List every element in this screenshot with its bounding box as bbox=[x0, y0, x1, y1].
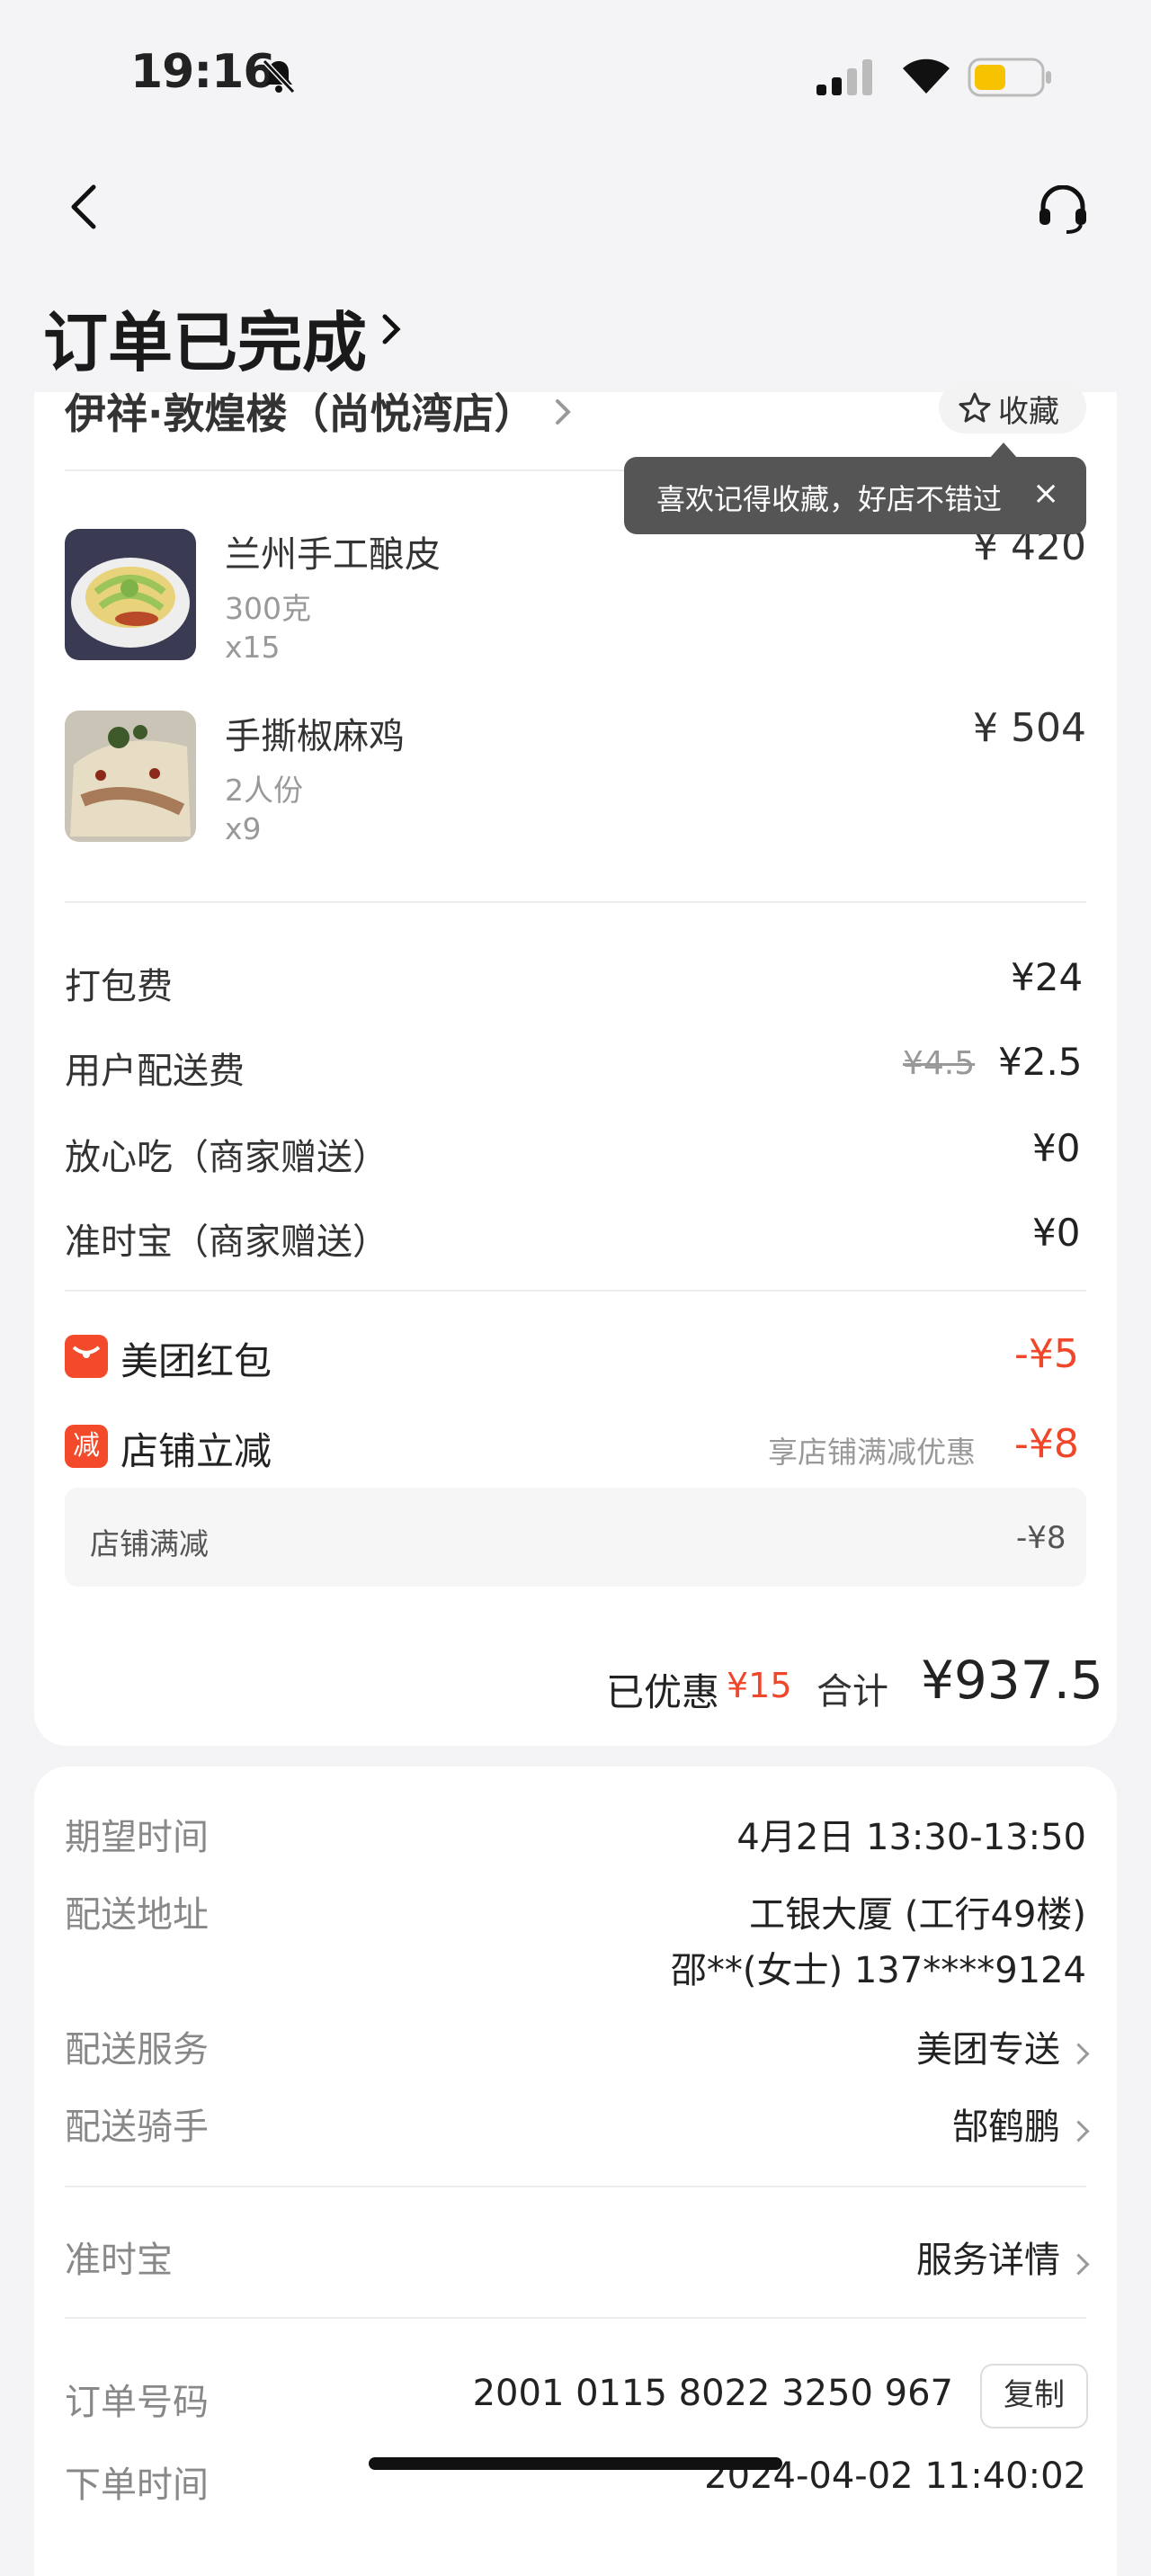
order-number-label: 订单号码 bbox=[65, 2382, 209, 2423]
promo-label-store-discount: 店铺立减 bbox=[120, 1429, 272, 1473]
fee-value-ontime: ¥0 bbox=[1032, 1211, 1081, 1255]
item-spec: 300克 bbox=[225, 591, 311, 626]
promo-detail-label: 店铺满减 bbox=[90, 1526, 209, 1561]
wifi-icon bbox=[899, 54, 953, 99]
promo-label-red-packet: 美团红包 bbox=[120, 1339, 272, 1383]
order-time-label: 下单时间 bbox=[65, 2464, 209, 2506]
fee-value-delivery: ¥2.5 bbox=[998, 1040, 1083, 1084]
fee-label-delivery: 用户配送费 bbox=[65, 1051, 245, 1092]
total-label: 合计 bbox=[816, 1671, 888, 1713]
delivery-service-row[interactable]: 美团专送 bbox=[916, 2020, 1090, 2072]
fee-label-packing: 打包费 bbox=[65, 966, 173, 1007]
order-number-value: 2001 0115 8022 3250 967 bbox=[472, 2373, 953, 2414]
divider bbox=[65, 901, 1086, 903]
ontime-row[interactable]: 服务详情 bbox=[916, 2231, 1090, 2283]
status-time: 19:16 bbox=[130, 45, 276, 99]
address-label: 配送地址 bbox=[65, 1894, 209, 1936]
copy-button[interactable]: 复制 bbox=[980, 2364, 1088, 2428]
divider bbox=[65, 1290, 1086, 1292]
ontime-label: 准时宝 bbox=[65, 2240, 173, 2281]
chevron-right-icon bbox=[1067, 2120, 1090, 2142]
item-qty: x15 bbox=[225, 630, 281, 665]
food-image-liangpi bbox=[65, 529, 196, 660]
expected-time-value: 4月2日 13:30-13:50 bbox=[736, 1817, 1086, 1858]
item-price: ¥ 504 bbox=[973, 705, 1086, 751]
page-title[interactable]: 订单已完成 bbox=[43, 290, 367, 384]
home-indicator[interactable] bbox=[369, 2457, 782, 2470]
rider-row[interactable]: 郜鹤鹏 bbox=[952, 2097, 1090, 2150]
item-name: 手撕椒麻鸡 bbox=[225, 716, 405, 757]
fee-value-safe-eat: ¥0 bbox=[1032, 1126, 1081, 1170]
item-qty: x9 bbox=[225, 811, 262, 846]
store-chevron-icon[interactable] bbox=[552, 396, 574, 432]
ontime-value[interactable]: 服务详情 bbox=[916, 2240, 1060, 2281]
rider-value[interactable]: 郜鹤鹏 bbox=[952, 2106, 1060, 2148]
delivery-service-value[interactable]: 美团专送 bbox=[916, 2029, 1060, 2071]
favorite-label[interactable]: 收藏 bbox=[998, 387, 1059, 431]
promo-value-store-discount: -¥8 bbox=[1014, 1421, 1079, 1467]
chevron-right-icon bbox=[1067, 2253, 1090, 2276]
promo-detail-value: -¥8 bbox=[1016, 1520, 1066, 1556]
fee-label-safe-eat: 放心吃（商家赠送） bbox=[65, 1137, 388, 1178]
back-icon[interactable] bbox=[63, 180, 108, 237]
signal-icon bbox=[815, 58, 878, 101]
chevron-right-icon[interactable] bbox=[378, 311, 405, 351]
promo-value-red-packet: -¥5 bbox=[1014, 1331, 1079, 1377]
divider bbox=[65, 2317, 1086, 2319]
store-name[interactable]: 伊祥·敦煌楼（尚悦湾店） bbox=[65, 381, 535, 441]
saved-label: 已优惠 bbox=[606, 1670, 720, 1714]
star-icon[interactable] bbox=[957, 390, 993, 430]
tooltip-text: 喜欢记得收藏，好店不错过 bbox=[656, 482, 1003, 516]
total-value: ¥937.5 bbox=[921, 1650, 1103, 1711]
fee-label-ontime: 准时宝（商家赠送） bbox=[65, 1221, 388, 1263]
divider bbox=[65, 2186, 1086, 2187]
close-icon[interactable]: × bbox=[1032, 475, 1059, 512]
promo-detail-box bbox=[65, 1488, 1086, 1587]
rider-label: 配送骑手 bbox=[65, 2106, 209, 2148]
red-packet-icon bbox=[65, 1335, 108, 1378]
fee-original-delivery: ¥4.5 bbox=[903, 1045, 976, 1082]
discount-badge-icon: 减 bbox=[65, 1425, 108, 1468]
item-name: 兰州手工酿皮 bbox=[225, 534, 441, 576]
address-line1: 工银大厦 (工行49楼) bbox=[749, 1894, 1086, 1936]
fee-value-packing: ¥24 bbox=[1011, 955, 1084, 999]
chevron-right-icon bbox=[1067, 2043, 1090, 2065]
expected-time-label: 期望时间 bbox=[65, 1817, 209, 1858]
food-image-jiaomaji bbox=[65, 711, 196, 842]
customer-service-icon[interactable] bbox=[1036, 184, 1090, 237]
battery-icon bbox=[968, 58, 1054, 101]
address-line2: 邵**(女士) 137****9124 bbox=[670, 1950, 1086, 1991]
item-spec: 2人份 bbox=[225, 773, 303, 808]
mute-bell-icon bbox=[259, 56, 299, 99]
promo-note: 享店铺满减优惠 bbox=[768, 1435, 976, 1470]
saved-value: ¥15 bbox=[727, 1666, 792, 1705]
delivery-service-label: 配送服务 bbox=[65, 2029, 209, 2071]
